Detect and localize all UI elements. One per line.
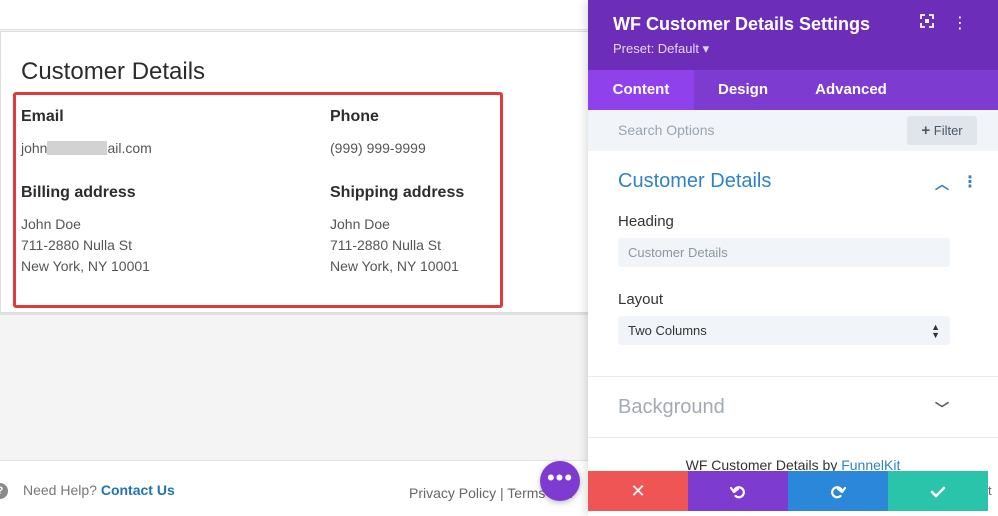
billing-line: New York, NY 10001 [21, 258, 150, 274]
redo-icon [831, 486, 847, 499]
section-background-title[interactable]: Background [618, 396, 725, 419]
section-divider [588, 437, 998, 438]
layout-value: Two Columns [628, 323, 707, 338]
section-kebab-icon[interactable]: ⋮ [962, 175, 978, 191]
expand-icon[interactable] [917, 14, 937, 34]
save-button[interactable] [888, 471, 988, 511]
layout-select[interactable]: Two Columns ▲ ▼ [618, 316, 950, 345]
chevron-down-icon[interactable]: ﹀ [934, 401, 950, 417]
heading-label: Heading [618, 213, 674, 230]
billing-address: John Doe 711-2880 Nulla St New York, NY … [21, 214, 150, 277]
tab-content[interactable]: Content [588, 70, 694, 110]
more-options-button[interactable]: ••• [540, 461, 580, 501]
section-customer-details-title[interactable]: Customer Details [618, 170, 771, 193]
filter-label: Filter [933, 123, 963, 138]
kebab-menu-icon[interactable]: ⋮ [950, 14, 970, 34]
shipping-line: John Doe [330, 216, 390, 232]
card-title: Customer Details [21, 58, 206, 85]
email-label: Email [21, 108, 64, 125]
select-arrows-icon: ▲ ▼ [931, 322, 940, 340]
phone-value: (999) 999-9999 [330, 140, 426, 156]
shipping-label: Shipping address [330, 184, 465, 201]
email-suffix: ail.com [107, 140, 152, 156]
customer-details-card: Customer Details Email john ail.com Phone… [0, 31, 600, 313]
email-value: john ail.com [21, 138, 152, 159]
preset-dropdown[interactable]: Preset: Default ▾ [613, 41, 709, 57]
check-icon [930, 486, 946, 498]
ellipsis-icon: ••• [546, 465, 574, 490]
email-prefix: john [21, 140, 48, 156]
close-icon: ✕ [630, 481, 646, 501]
filter-button[interactable]: + Filter [907, 116, 977, 145]
search-options-input[interactable]: Search Options [618, 122, 715, 138]
shipping-line: 711-2880 Nulla St [330, 237, 442, 253]
layout-label: Layout [618, 291, 664, 308]
redacted-block [47, 141, 108, 155]
undo-button[interactable] [688, 471, 788, 511]
help-label: Need Help? [23, 482, 97, 498]
section-divider [588, 376, 998, 377]
edge-text: t [988, 483, 992, 498]
panel-header: WF Customer Details Settings Preset: Def… [588, 0, 998, 70]
search-bar: Search Options + Filter [588, 110, 998, 151]
tab-design[interactable]: Design [694, 70, 792, 110]
plus-icon: + [921, 122, 931, 139]
action-bar: ✕ [588, 471, 988, 511]
top-strip [0, 0, 600, 30]
billing-line: 711-2880 Nulla St [21, 237, 133, 253]
phone-label: Phone [330, 108, 379, 125]
billing-line: John Doe [21, 216, 81, 232]
contact-us-link[interactable]: Contact Us [101, 482, 175, 498]
redo-button[interactable] [788, 471, 888, 511]
cancel-button[interactable]: ✕ [588, 471, 688, 511]
panel-title: WF Customer Details Settings [613, 14, 871, 34]
undo-icon [729, 486, 745, 499]
help-text: Need Help? Contact Us [23, 482, 175, 498]
tab-bar: Content Design Advanced [588, 70, 998, 110]
tab-advanced[interactable]: Advanced [792, 70, 910, 110]
chevron-up-icon[interactable]: ︿ [934, 176, 950, 192]
shipping-address: John Doe 711-2880 Nulla St New York, NY … [330, 214, 459, 277]
settings-panel: WF Customer Details Settings Preset: Def… [588, 0, 998, 516]
heading-input[interactable]: Customer Details [618, 238, 950, 267]
help-icon: ? [0, 483, 8, 499]
billing-label: Billing address [21, 184, 136, 201]
shipping-line: New York, NY 10001 [330, 258, 459, 274]
